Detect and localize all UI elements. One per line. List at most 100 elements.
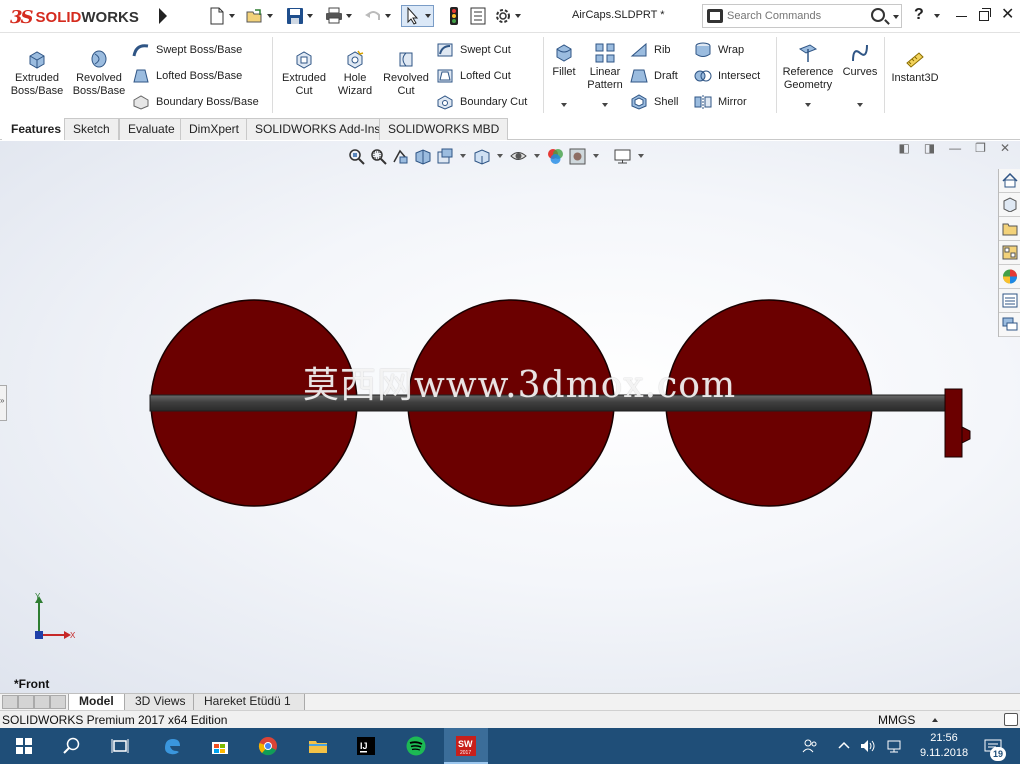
rib-button[interactable]: Rib xyxy=(630,41,671,59)
chevron-down-icon[interactable] xyxy=(385,14,391,18)
close-button[interactable]: ✕ xyxy=(1001,4,1015,23)
restore-button[interactable] xyxy=(978,8,992,22)
boundary-boss-button[interactable]: Boundary Boss/Base xyxy=(132,93,259,111)
linear-pattern-dropdown-icon[interactable] xyxy=(602,103,608,107)
fillet-dropdown-icon[interactable] xyxy=(561,103,567,107)
previous-tab-nav-icon[interactable] xyxy=(18,695,34,709)
zoom-to-fit-icon[interactable] xyxy=(348,148,365,165)
lofted-cut-button[interactable]: Lofted Cut xyxy=(436,67,511,85)
volume-icon[interactable] xyxy=(860,738,876,757)
design-library-tab[interactable] xyxy=(999,193,1020,217)
solidworks-resources-tab[interactable] xyxy=(999,169,1020,193)
boundary-cut-button[interactable]: Boundary Cut xyxy=(436,93,527,111)
tab-solidworks-mbd[interactable]: SOLIDWORKS MBD xyxy=(379,118,509,140)
apply-scene-icon[interactable] xyxy=(569,148,586,165)
previous-view-icon[interactable] xyxy=(392,148,409,165)
chevron-up-icon[interactable] xyxy=(932,718,938,722)
chevron-down-icon[interactable] xyxy=(497,154,503,158)
tab-solidworks-add-ins[interactable]: SOLIDWORKS Add-Ins xyxy=(246,118,390,140)
section-view-icon[interactable] xyxy=(414,148,431,165)
spotify-button[interactable] xyxy=(394,728,438,764)
tab-evaluate[interactable]: Evaluate xyxy=(119,118,184,140)
revolved-cut-button[interactable]: Revolved Cut xyxy=(380,49,432,98)
solidworks-logo[interactable]: 3S SOLIDWORKS xyxy=(10,5,139,29)
chevron-down-icon[interactable] xyxy=(307,14,313,18)
quick-tips-icon[interactable] xyxy=(1004,713,1018,726)
wrap-button[interactable]: Wrap xyxy=(694,41,744,59)
tab-model[interactable]: Model xyxy=(68,694,125,710)
save-button[interactable] xyxy=(286,5,313,27)
file-explorer-tab[interactable] xyxy=(999,217,1020,241)
chevron-down-icon[interactable] xyxy=(267,14,273,18)
open-document-button[interactable] xyxy=(246,5,273,27)
solidworks-taskbar-button[interactable]: SW 2017 xyxy=(444,728,488,764)
people-icon[interactable] xyxy=(802,738,818,757)
chevron-down-icon[interactable] xyxy=(229,14,235,18)
graphics-area[interactable]: 莫西网www.3dmox.com ◧ ◨ — ❐ ✕ » Y X *Front xyxy=(0,141,1020,693)
store-button[interactable] xyxy=(198,728,242,764)
file-explorer-button[interactable] xyxy=(296,728,340,764)
chevron-down-icon[interactable] xyxy=(893,15,899,19)
extruded-cut-button[interactable]: Extruded Cut xyxy=(278,49,330,98)
chevron-down-icon[interactable] xyxy=(534,154,540,158)
swept-cut-button[interactable]: Swept Cut xyxy=(436,41,511,59)
feature-manager-expand-handle[interactable] xyxy=(0,385,7,421)
tab-dimxpert[interactable]: DimXpert xyxy=(180,118,249,140)
chrome-button[interactable] xyxy=(246,728,290,764)
chevron-up-icon[interactable] xyxy=(838,738,850,757)
network-icon[interactable] xyxy=(886,738,902,757)
hole-wizard-button[interactable]: Hole Wizard xyxy=(332,49,378,98)
chevron-down-icon[interactable] xyxy=(593,154,599,158)
search-icon[interactable] xyxy=(871,8,885,22)
intersect-button[interactable]: Intersect xyxy=(694,67,760,85)
view-palette-tab[interactable] xyxy=(999,241,1020,265)
tab-features[interactable]: Features xyxy=(2,118,71,140)
curves-button[interactable]: Curves xyxy=(840,43,880,79)
first-tab-nav-icon[interactable] xyxy=(2,695,18,709)
print-button[interactable] xyxy=(325,5,352,27)
viewport-close-icon[interactable]: ✕ xyxy=(1000,141,1010,155)
mirror-button[interactable]: Mirror xyxy=(694,93,747,111)
undo-button[interactable] xyxy=(364,5,391,27)
last-tab-nav-icon[interactable] xyxy=(50,695,66,709)
view-orientation-icon[interactable] xyxy=(473,148,490,165)
unit-system-label[interactable]: MMGS xyxy=(878,713,915,727)
edit-appearance-icon[interactable] xyxy=(547,148,564,165)
chevron-down-icon[interactable] xyxy=(934,14,940,18)
options-button[interactable] xyxy=(494,5,521,27)
task-view-button[interactable] xyxy=(98,728,142,764)
swept-boss-button[interactable]: Swept Boss/Base xyxy=(132,41,242,59)
extruded-boss-button[interactable]: Extruded Boss/Base xyxy=(8,49,66,98)
display-style-icon[interactable] xyxy=(510,148,527,165)
fillet-button[interactable]: Fillet xyxy=(548,43,580,79)
instant3d-button[interactable]: Instant3D xyxy=(888,49,942,85)
viewport-restore-icon[interactable]: ❐ xyxy=(975,141,986,155)
next-viewport-icon[interactable]: ◨ xyxy=(924,141,935,155)
minimize-button[interactable] xyxy=(955,8,969,22)
chevron-down-icon[interactable] xyxy=(346,14,352,18)
search-commands-box[interactable] xyxy=(702,4,902,28)
dynamic-annotation-icon[interactable] xyxy=(436,148,453,165)
model-view[interactable] xyxy=(0,141,1020,693)
draft-button[interactable]: Draft xyxy=(630,67,678,85)
intellij-button[interactable]: IJ xyxy=(344,728,388,764)
tab-3d-views[interactable]: 3D Views xyxy=(124,694,197,710)
curves-dropdown-icon[interactable] xyxy=(857,103,863,107)
custom-properties-tab[interactable] xyxy=(999,289,1020,313)
chevron-down-icon[interactable] xyxy=(638,154,644,158)
linear-pattern-button[interactable]: Linear Pattern xyxy=(584,43,626,92)
edge-browser-button[interactable] xyxy=(150,728,194,764)
file-properties-button[interactable] xyxy=(469,5,487,27)
next-tab-nav-icon[interactable] xyxy=(34,695,50,709)
lofted-boss-button[interactable]: Lofted Boss/Base xyxy=(132,67,242,85)
end-bracket[interactable] xyxy=(944,388,963,458)
menu-flyout-arrow-icon[interactable] xyxy=(159,8,167,24)
previous-viewport-icon[interactable]: ◧ xyxy=(898,141,909,155)
select-button[interactable] xyxy=(401,5,434,27)
chevron-down-icon[interactable] xyxy=(460,154,466,158)
forum-tab[interactable] xyxy=(999,313,1020,337)
zoom-to-area-icon[interactable] xyxy=(370,148,387,165)
taskbar-search-button[interactable] xyxy=(50,728,94,764)
system-clock[interactable]: 21:56 9.11.2018 xyxy=(912,731,976,761)
view-settings-icon[interactable] xyxy=(614,148,631,165)
